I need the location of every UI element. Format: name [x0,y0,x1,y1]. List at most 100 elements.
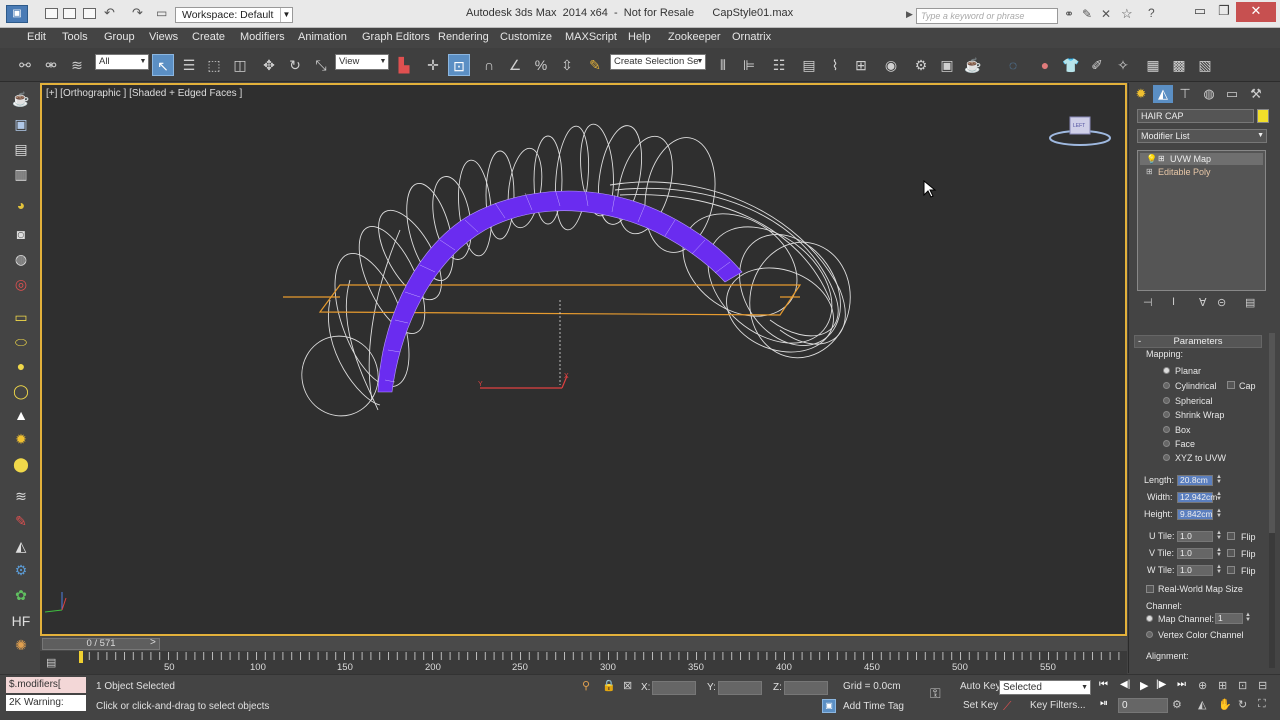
current-frame-field[interactable]: 0 [1118,698,1168,713]
menu-ornatrix[interactable]: Ornatrix [732,31,771,43]
real-world-map-size-checkbox[interactable] [1146,585,1154,593]
triangle-icon[interactable]: ◭ [10,536,32,556]
motion-tab-icon[interactable]: ◍ [1199,85,1219,103]
v-tile-field[interactable]: 1.0 [1177,548,1213,559]
time-slider[interactable]: 0 / 571 [42,638,160,650]
edit-named-selection-icon[interactable]: ✎ [584,54,606,76]
x-coordinate-field[interactable] [652,681,696,695]
rotate-icon[interactable]: ↻ [284,54,306,76]
schematic-view-icon[interactable]: ⊞ [850,54,872,76]
redo-icon[interactable]: ↷ [132,5,143,21]
selection-region-icon[interactable]: ⬚ [203,54,225,76]
shirt-icon[interactable]: 👕 [1060,54,1082,76]
command-panel-scrollbar[interactable] [1269,333,1275,668]
cap-label[interactable]: Cap [1239,381,1256,391]
hair-tool-icon[interactable]: ● [1034,54,1056,76]
hair-comb-icon[interactable]: ≋ [10,486,32,506]
minimize-icon[interactable]: ▭ [1188,2,1212,22]
mapping-xyz-to-uvw-radio[interactable] [1163,454,1170,461]
selection-lock-icon[interactable]: 🔒 [602,679,616,692]
panel-icon[interactable]: ▤ [10,139,32,159]
pivot-center-icon[interactable]: ▙ [393,54,415,76]
map-channel-field[interactable]: 1 [1215,613,1243,624]
sparkle-icon[interactable]: ✧ [1112,54,1134,76]
width-spinner-icon[interactable]: ▲ ▼ [1216,491,1222,502]
zoom-extents-all-icon[interactable]: ⊟ [1258,679,1267,692]
menu-modifiers[interactable]: Modifiers [240,31,285,43]
absolute-mode-icon[interactable]: ⊠ [623,679,632,692]
modifier-list-dropdown[interactable]: Modifier List ▼ [1137,129,1267,143]
mapping-face-label[interactable]: Face [1175,439,1195,449]
snaps-toggle-icon[interactable]: ∩ [478,54,500,76]
height-spinner-icon[interactable]: ▲ ▼ [1216,508,1222,519]
select-by-name-icon[interactable]: ☰ [178,54,200,76]
teapot-icon[interactable]: ☕ [10,89,32,109]
menu-customize[interactable]: Customize [500,31,552,43]
rendered-frame-window-icon[interactable]: ▣ [936,54,958,76]
mapping-face-radio[interactable] [1163,440,1170,447]
maxscript-output-line[interactable]: 2K Warning: [6,695,86,711]
u-flip-label[interactable]: Flip [1241,532,1256,542]
named-selection-dropdown[interactable]: Create Selection Se ▼ [610,54,706,70]
helper-icon[interactable]: ◍ [10,249,32,269]
vertex-color-channel-radio[interactable] [1146,631,1153,638]
expand-icon[interactable]: ⊞ [1158,153,1165,165]
hierarchy-tab-icon[interactable]: ⊤ [1175,85,1195,103]
add-time-tag-button[interactable]: Add Time Tag [843,701,904,712]
move-icon[interactable]: ✥ [258,54,280,76]
pin-stack-icon[interactable]: ⊣ [1143,296,1153,309]
length-field[interactable]: 20.8cm [1177,475,1213,486]
material-editor-icon[interactable]: ◉ [880,54,902,76]
v-tile-spinner-icon[interactable]: ▲ ▼ [1216,547,1222,558]
configure-sets-icon[interactable]: ▤ [1245,296,1255,309]
z-coordinate-field[interactable] [784,681,828,695]
w-tile-spinner-icon[interactable]: ▲ ▼ [1216,564,1222,575]
unlink-icon[interactable]: ⚮ [40,54,62,76]
menu-views[interactable]: Views [149,31,178,43]
parameters-rollout-header[interactable]: - Parameters [1134,335,1262,348]
yellow-sphere-icon[interactable]: ⬤ [10,454,32,474]
save-file-icon[interactable] [83,8,96,19]
go-to-start-icon[interactable]: ⏮ [1099,679,1108,690]
geosphere-icon[interactable]: ● [10,356,32,376]
close-icon[interactable]: ✕ [1236,2,1276,22]
brush-icon[interactable]: ✐ [1086,54,1108,76]
percent-snap-icon[interactable]: % [530,54,552,76]
real-world-map-size-label[interactable]: Real-World Map Size [1158,584,1243,594]
project-folder-icon[interactable]: ▭ [156,6,167,20]
scrollbar-thumb[interactable] [1269,333,1275,533]
search-input[interactable]: Type a keyword or phrase [916,8,1058,24]
u-flip-checkbox[interactable] [1227,532,1235,540]
maximize-viewport-icon[interactable]: ⛶ [1258,698,1266,711]
menu-animation[interactable]: Animation [298,31,347,43]
object-color-swatch[interactable] [1257,109,1269,123]
ornatrix-tool-icon[interactable]: ▦ [1142,54,1164,76]
cone-icon[interactable]: ▲ [10,405,32,425]
time-configuration-icon[interactable]: ⚙ [1172,698,1182,711]
sphere-icon[interactable]: ⬭ [10,332,32,352]
menu-create[interactable]: Create [192,31,225,43]
next-frame-icon[interactable]: |▶ [1156,679,1166,690]
keyboard-shortcut-override-icon[interactable]: ⊡ [448,54,470,76]
mirror-icon[interactable]: ⫴ [712,54,734,76]
mapping-spherical-radio[interactable] [1163,397,1170,404]
reference-coordinate-dropdown[interactable]: View ▼ [335,54,389,70]
mapping-shrink-wrap-label[interactable]: Shrink Wrap [1175,410,1224,420]
track-bar-toggle-icon[interactable]: ▤ [46,656,56,669]
field-of-view-icon[interactable]: ◭ [1198,698,1206,711]
set-key-button[interactable]: Set Key [963,700,998,711]
menu-edit[interactable]: Edit [27,31,46,43]
key-filters-button[interactable]: Key Filters... [1030,700,1086,711]
set-key-icon[interactable]: ⟋ [1003,699,1011,714]
grass-icon[interactable]: ✿ [10,585,32,605]
zoom-icon[interactable]: ⊕ [1198,679,1207,692]
v-flip-label[interactable]: Flip [1241,549,1256,559]
subscription-icon[interactable]: ✎ [1082,7,1092,21]
sun-icon[interactable]: ✹ [10,429,32,449]
time-tag-icon[interactable]: ▣ [822,699,836,713]
length-spinner-icon[interactable]: ▲ ▼ [1216,474,1222,485]
track-bar[interactable]: ▤ 50 100 150 200 250 300 350 400 450 500… [40,651,1127,674]
vertex-color-channel-label[interactable]: Vertex Color Channel [1158,630,1244,640]
y-coordinate-field[interactable] [718,681,762,695]
paint-icon[interactable]: ✎ [10,511,32,531]
